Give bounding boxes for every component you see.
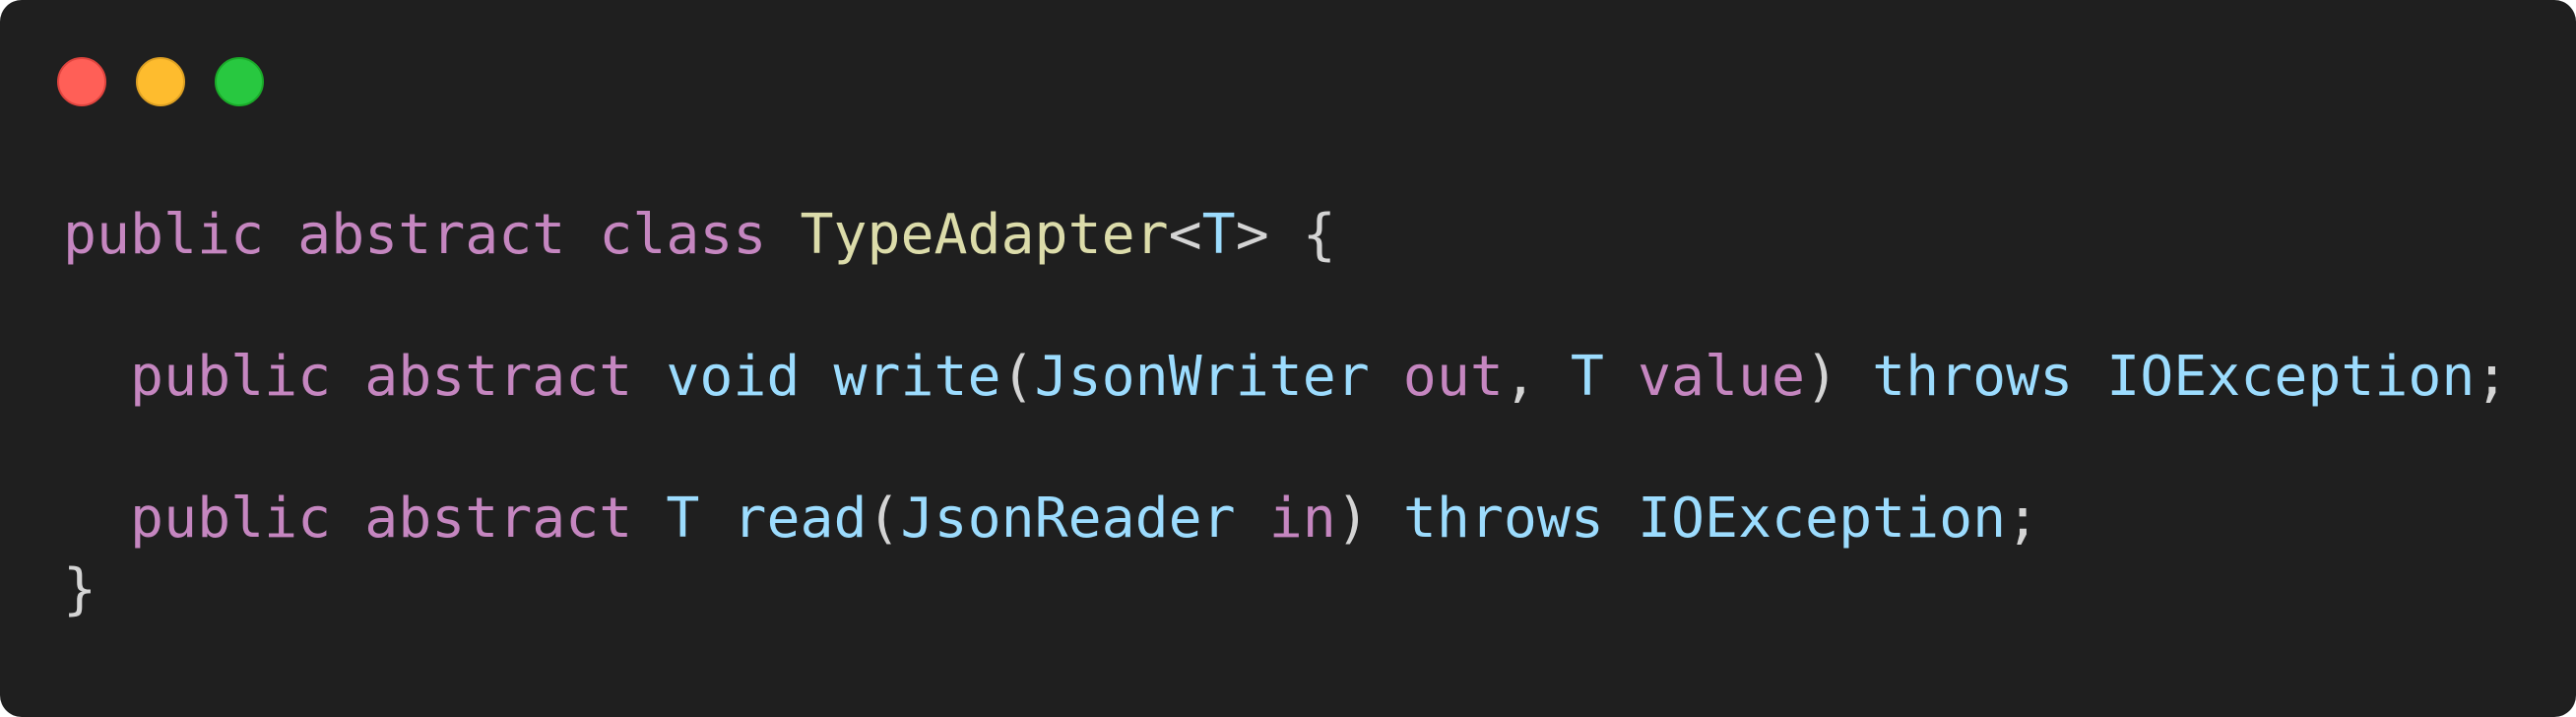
code-token: {	[1268, 203, 1336, 267]
code-line: public abstract T read(JsonReader in) th…	[63, 484, 2508, 554]
code-token: TypeAdapter	[800, 203, 1169, 267]
code-line: }	[63, 554, 2508, 625]
code-token: throws	[1402, 487, 1604, 551]
code-token: ;	[2475, 345, 2509, 409]
code-token: read	[733, 487, 868, 551]
code-token: >	[1235, 203, 1269, 267]
code-token: JsonWriter	[1034, 345, 1370, 409]
code-window: public abstract class TypeAdapter<T> { p…	[0, 0, 2576, 717]
code-token: <	[1168, 203, 1202, 267]
code-token: JsonReader	[900, 487, 1236, 551]
code-token: out	[1402, 345, 1504, 409]
code-token: public	[130, 487, 332, 551]
code-token: IOException	[2106, 345, 2476, 409]
code-token: (	[1000, 345, 1035, 409]
code-token: T	[1570, 345, 1604, 409]
code-token: ,	[1503, 345, 1571, 409]
code-line: public abstract class TypeAdapter<T> {	[63, 200, 2508, 271]
code-token: value	[1637, 345, 1806, 409]
code-token: abstract	[364, 487, 633, 551]
code-token: throws	[1872, 345, 2074, 409]
code-token: )	[1335, 487, 1403, 551]
code-token: )	[1805, 345, 1873, 409]
code-token: }	[63, 557, 97, 621]
code-token: (	[867, 487, 901, 551]
code-token: abstract	[364, 345, 633, 409]
code-token: public	[63, 203, 265, 267]
code-token: T	[666, 487, 700, 551]
code-block: public abstract class TypeAdapter<T> { p…	[63, 200, 2508, 625]
code-token: public	[130, 345, 332, 409]
code-token: abstract	[297, 203, 566, 267]
code-token: ;	[2006, 487, 2040, 551]
minimize-button[interactable]	[136, 57, 185, 106]
code-line: public abstract void write(JsonWriter ou…	[63, 342, 2508, 413]
code-token: void	[666, 345, 801, 409]
code-token: IOException	[1637, 487, 2007, 551]
maximize-button[interactable]	[215, 57, 264, 106]
code-token: class	[599, 203, 767, 267]
close-button[interactable]	[57, 57, 106, 106]
code-token: T	[1201, 203, 1236, 267]
code-token: in	[1268, 487, 1336, 551]
code-token: write	[833, 345, 1001, 409]
